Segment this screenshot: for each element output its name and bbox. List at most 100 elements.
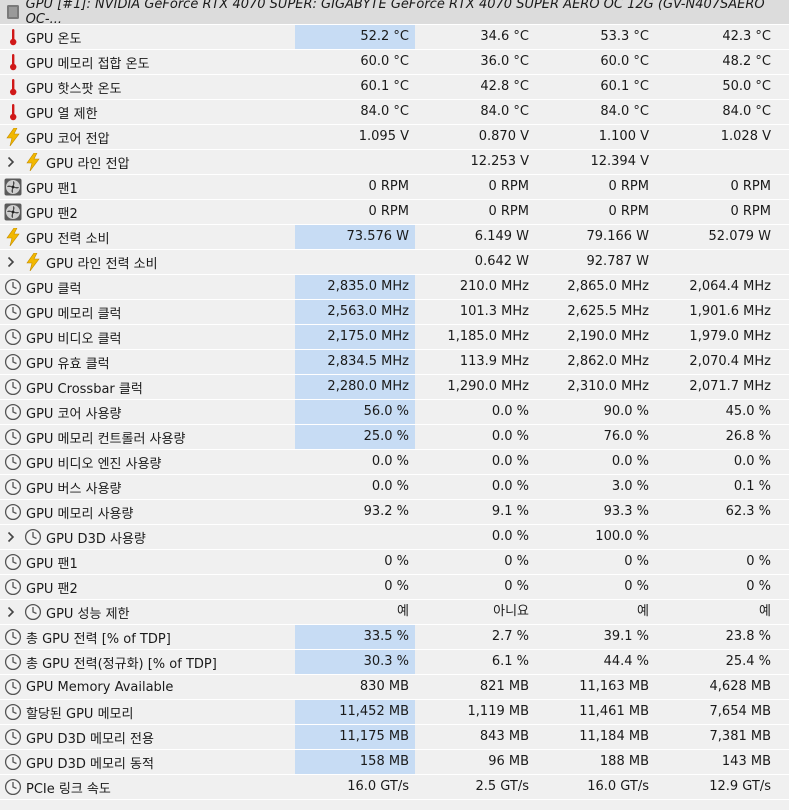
min-value: 6.149 W — [474, 229, 529, 244]
sensor-label-cell: GPU 열 제한 — [0, 100, 98, 124]
sensor-table: GPU [#1]: NVIDIA GeForce RTX 4070 SUPER:… — [0, 0, 789, 800]
sensor-label: GPU 버스 사용량 — [26, 481, 122, 497]
gauge-clock-icon — [4, 553, 22, 571]
current-value: 33.5 % — [295, 625, 415, 649]
sensor-row[interactable]: GPU 온도 52.2 °C 34.6 °C 53.3 °C 42.3 °C — [0, 25, 789, 50]
average-value: 0.1 % — [733, 479, 771, 494]
average-value: 1.028 V — [720, 129, 771, 144]
max-value: 예 — [637, 604, 649, 619]
sensor-row[interactable]: GPU 성능 제한 예 아니요 예 예 — [0, 600, 789, 625]
sensor-label-cell: GPU 전력 소비 — [0, 225, 110, 249]
min-value: 42.8 °C — [480, 79, 529, 94]
average-value: 2,070.4 MHz — [689, 354, 771, 369]
sensor-row[interactable]: GPU 코어 전압 1.095 V 0.870 V 1.100 V 1.028 V — [0, 125, 789, 150]
sensor-row[interactable]: GPU 열 제한 84.0 °C 84.0 °C 84.0 °C 84.0 °C — [0, 100, 789, 125]
sensor-row[interactable]: GPU 비디오 엔진 사용량 0.0 % 0.0 % 0.0 % 0.0 % — [0, 450, 789, 475]
min-value: 1,119 MB — [467, 704, 529, 719]
sensor-label-cell: GPU 코어 사용량 — [0, 400, 122, 424]
lightning-bolt-icon — [4, 228, 22, 246]
sensor-row[interactable]: GPU D3D 사용량 0.0 % 100.0 % — [0, 525, 789, 550]
sensor-label: GPU 팬2 — [26, 581, 78, 597]
gauge-clock-icon — [4, 628, 22, 646]
min-value: 113.9 MHz — [459, 354, 529, 369]
max-value: 1.100 V — [598, 129, 649, 144]
sensor-label: GPU 비디오 클럭 — [26, 331, 122, 347]
max-value: 2,310.0 MHz — [567, 379, 649, 394]
average-value: 4,628 MB — [709, 679, 771, 694]
sensor-label-cell: PCIe 링크 속도 — [0, 775, 111, 799]
sensor-row[interactable]: GPU Crossbar 클럭 2,280.0 MHz 1,290.0 MHz 2,3… — [0, 375, 789, 400]
sensor-row[interactable]: 총 GPU 전력 [% of TDP] 33.5 % 2.7 % 39.1 % 23.8… — [0, 625, 789, 650]
sensor-label-cell: GPU 팬2 — [0, 200, 78, 224]
sensor-row[interactable]: GPU 팬2 0 RPM 0 RPM 0 RPM 0 RPM — [0, 200, 789, 225]
min-value: 0 RPM — [488, 204, 530, 219]
sensor-row[interactable]: GPU 팬1 0 % 0 % 0 % 0 % — [0, 550, 789, 575]
current-value: 0 % — [384, 554, 409, 569]
average-value: 23.8 % — [725, 629, 771, 644]
sensor-row[interactable]: GPU 전력 소비 73.576 W 6.149 W 79.166 W 52.079 W — [0, 225, 789, 250]
sensor-row[interactable]: GPU 메모리 컨트롤러 사용량 25.0 % 0.0 % 76.0 % 26.8 % — [0, 425, 789, 450]
sensor-row[interactable]: GPU 팬1 0 RPM 0 RPM 0 RPM 0 RPM — [0, 175, 789, 200]
sensor-row[interactable]: GPU 핫스팟 온도 60.1 °C 42.8 °C 60.1 °C 50.0 °C — [0, 75, 789, 100]
sensor-row[interactable]: GPU 코어 사용량 56.0 % 0.0 % 90.0 % 45.0 % — [0, 400, 789, 425]
min-value: 0.0 % — [491, 454, 529, 469]
sensor-row[interactable]: GPU 메모리 사용량 93.2 % 9.1 % 93.3 % 62.3 % — [0, 500, 789, 525]
sensor-row[interactable]: GPU 유효 클럭 2,834.5 MHz 113.9 MHz 2,862.0 MHz… — [0, 350, 789, 375]
sensor-row[interactable]: GPU 라인 전력 소비 0.642 W 92.787 W — [0, 250, 789, 275]
max-value: 84.0 °C — [600, 104, 649, 119]
sensor-row[interactable]: GPU 클럭 2,835.0 MHz 210.0 MHz 2,865.0 MHz 2,0… — [0, 275, 789, 300]
max-value: 11,184 MB — [579, 729, 649, 744]
current-value: 30.3 % — [295, 650, 415, 674]
current-value: 11,175 MB — [295, 725, 415, 749]
average-value: 2,071.7 MHz — [689, 379, 771, 394]
current-value: 93.2 % — [363, 504, 409, 519]
sensor-row[interactable]: GPU 비디오 클럭 2,175.0 MHz 1,185.0 MHz 2,190.0 … — [0, 325, 789, 350]
min-value: 6.1 % — [491, 654, 529, 669]
current-value — [295, 250, 415, 274]
sensor-label-cell: GPU 온도 — [0, 25, 81, 49]
max-value: 11,461 MB — [579, 704, 649, 719]
max-value: 39.1 % — [603, 629, 649, 644]
average-value: 25.4 % — [725, 654, 771, 669]
sensor-label: GPU 라인 전압 — [46, 156, 130, 172]
max-value: 12.394 V — [590, 154, 649, 169]
sensor-label-cell: GPU 클럭 — [0, 275, 81, 299]
min-value: 0 % — [504, 554, 529, 569]
sensor-row[interactable]: GPU 라인 전압 12.253 V 12.394 V — [0, 150, 789, 175]
lightning-bolt-icon — [24, 153, 42, 171]
average-value — [655, 525, 775, 549]
current-value: 60.1 °C — [360, 79, 409, 94]
sensor-row[interactable]: GPU Memory Available 830 MB 821 MB 11,163 M… — [0, 675, 789, 700]
lightning-bolt-icon — [24, 253, 42, 271]
sensor-row[interactable]: GPU D3D 메모리 동적 158 MB 96 MB 188 MB 143 MB — [0, 750, 789, 775]
sensor-row[interactable]: 총 GPU 전력(정규화) [% of TDP] 30.3 % 6.1 % 44.4 … — [0, 650, 789, 675]
sensor-row[interactable]: PCIe 링크 속도 16.0 GT/s 2.5 GT/s 16.0 GT/s 12.9… — [0, 775, 789, 800]
max-value: 3.0 % — [611, 479, 649, 494]
sensor-label-cell: GPU 유효 클럭 — [0, 350, 110, 374]
sensor-row[interactable]: GPU 메모리 접합 온도 60.0 °C 36.0 °C 60.0 °C 48.2 °… — [0, 50, 789, 75]
sensor-label: GPU 온도 — [26, 31, 82, 47]
sensor-label-cell: GPU 메모리 클럭 — [0, 300, 122, 324]
sensor-label-cell: GPU 팬1 — [0, 550, 78, 574]
chevron-right-icon[interactable] — [0, 250, 22, 274]
chevron-right-icon[interactable] — [0, 150, 22, 174]
chevron-right-icon[interactable] — [0, 600, 22, 624]
max-value: 60.0 °C — [600, 54, 649, 69]
sensor-row[interactable]: 할당된 GPU 메모리 11,452 MB 1,119 MB 11,461 MB 7,6… — [0, 700, 789, 725]
gauge-clock-icon — [4, 778, 22, 796]
sensor-label: GPU 메모리 접합 온도 — [26, 56, 150, 72]
sensor-label: GPU Crossbar 클럭 — [26, 381, 143, 397]
gpu-header-row[interactable]: GPU [#1]: NVIDIA GeForce RTX 4070 SUPER:… — [0, 0, 789, 27]
max-value: 90.0 % — [603, 404, 649, 419]
sensor-row[interactable]: GPU 버스 사용량 0.0 % 0.0 % 3.0 % 0.1 % — [0, 475, 789, 500]
sensor-row[interactable]: GPU 팬2 0 % 0 % 0 % 0 % — [0, 575, 789, 600]
average-value: 7,381 MB — [709, 729, 771, 744]
current-value — [295, 525, 415, 549]
sensor-row[interactable]: GPU 메모리 클럭 2,563.0 MHz 101.3 MHz 2,625.5 MH… — [0, 300, 789, 325]
average-value — [655, 150, 775, 174]
header-label: GPU [#1]: NVIDIA GeForce RTX 4070 SUPER:… — [0, 0, 789, 27]
chevron-right-icon[interactable] — [0, 525, 22, 549]
sensor-label: GPU D3D 메모리 동적 — [26, 756, 154, 772]
sensor-row[interactable]: GPU D3D 메모리 전용 11,175 MB 843 MB 11,184 MB 7,… — [0, 725, 789, 750]
gauge-clock-icon — [4, 303, 22, 321]
